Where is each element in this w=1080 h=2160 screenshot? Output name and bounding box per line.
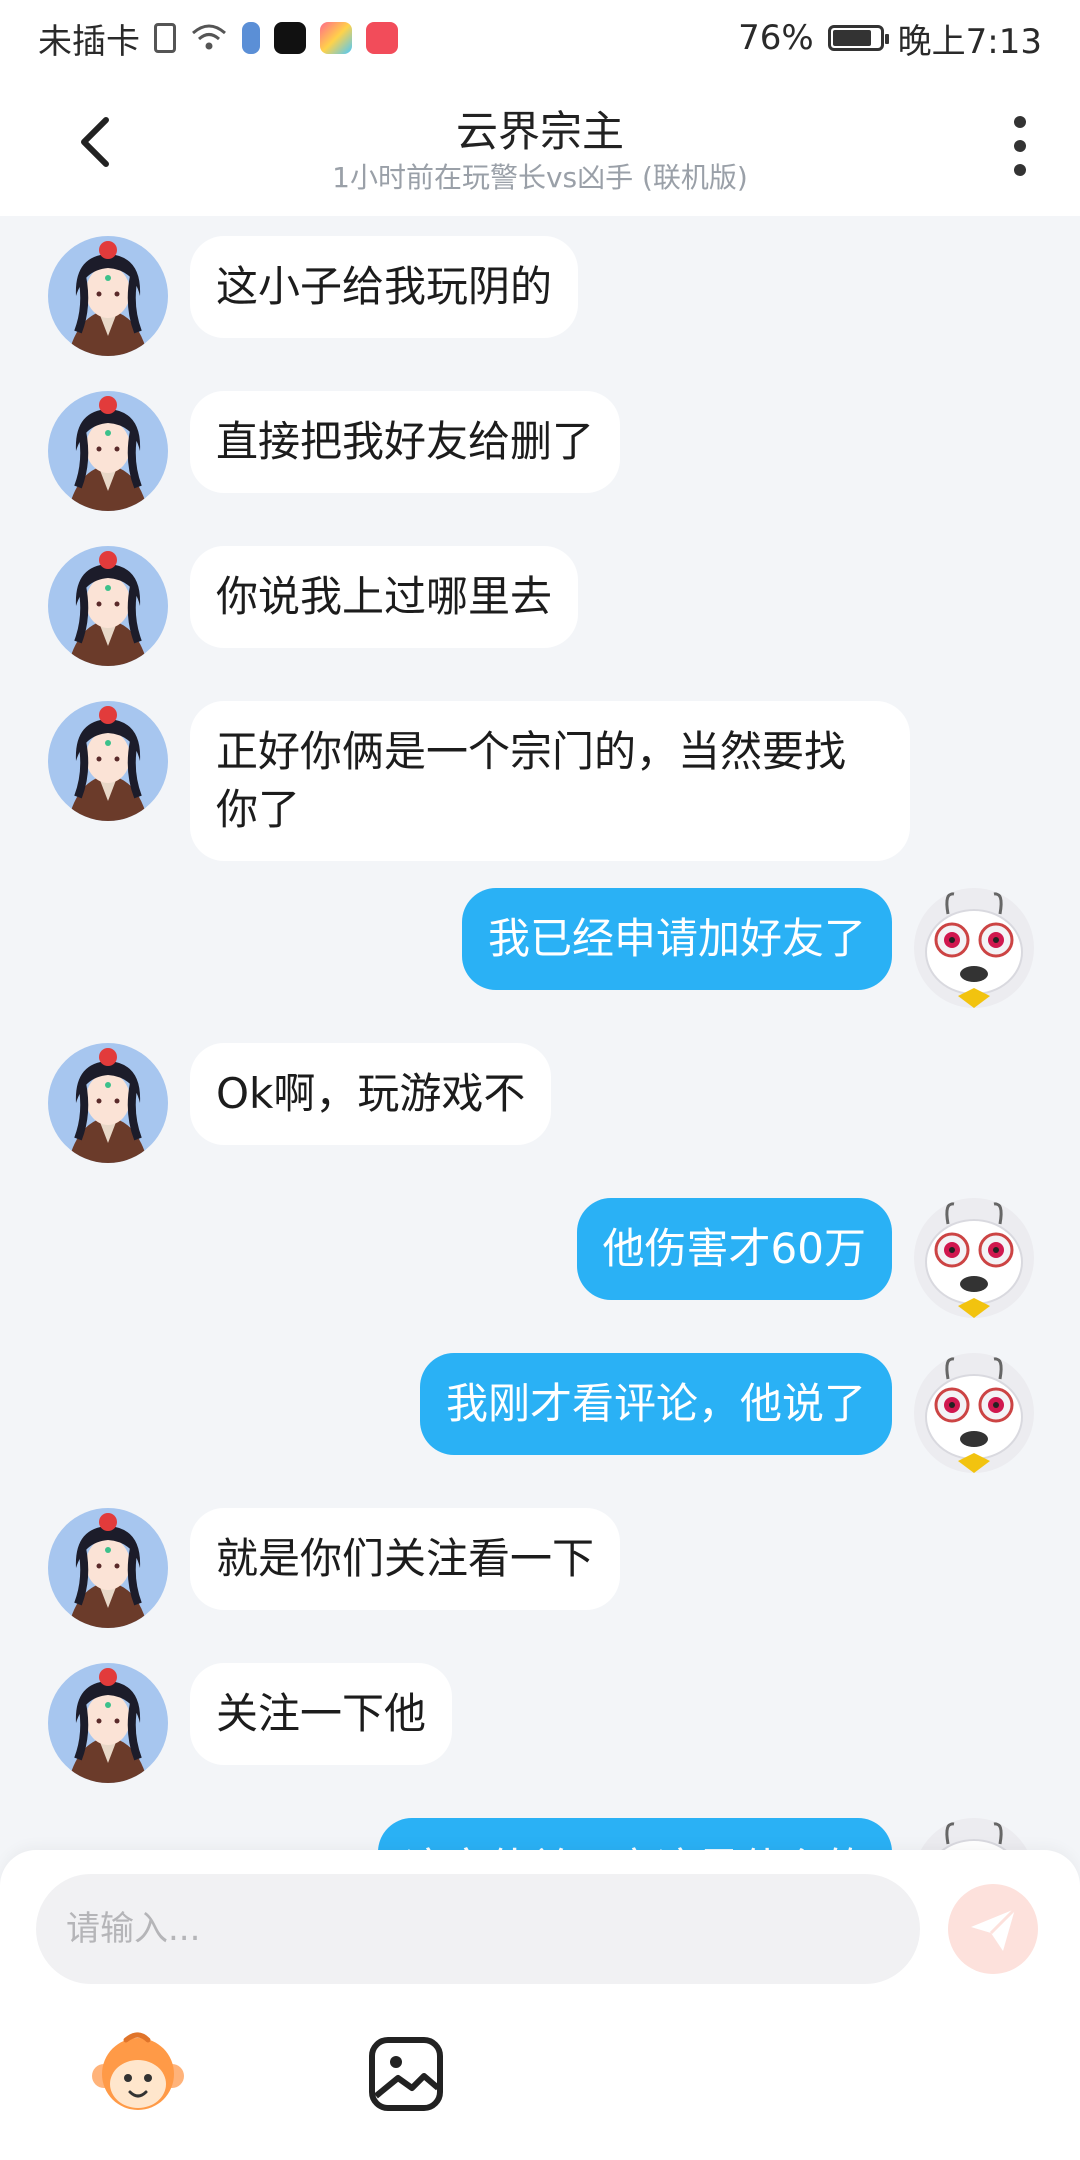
app-icon [320,22,352,54]
wifi-icon [192,24,226,50]
status-left: 未插卡 [38,14,398,63]
message-bubble[interactable]: 关注一下他 [190,1663,453,1765]
carrier-text: 未插卡 [38,21,140,62]
message-outgoing: 我刚才看评论，他说了 [419,1353,1034,1473]
avatar[interactable] [48,1043,168,1163]
avatar[interactable] [914,888,1034,1008]
battery-saver-icon [242,22,260,54]
message-outgoing: 这家伙关了它这是什么的 [377,1818,1034,1850]
avatar[interactable] [48,701,168,821]
message-incoming: 关注一下他 [48,1663,453,1783]
message-bubble[interactable]: 这小子给我玩阴的 [190,236,579,338]
message-incoming: Ok啊，玩游戏不 [48,1043,552,1163]
avatar[interactable] [48,1663,168,1783]
avatar[interactable] [914,1353,1034,1473]
message-incoming: 你说我上过哪里去 [48,546,579,666]
battery-percent: 76% [738,18,814,58]
message-bubble[interactable]: 就是你们关注看一下 [190,1508,621,1610]
avatar[interactable] [914,1198,1034,1318]
battery-icon [827,25,889,51]
clock: 晚上7:13 [897,21,1042,62]
message-input[interactable]: 请输入... [36,1874,920,1984]
message-list[interactable]: 这小子给我玩阴的 直接把我好友给删了 你说我上过哪里去 正好你俩是一个宗门的，当… [0,216,1080,1850]
send-button[interactable] [948,1884,1038,1974]
image-icon[interactable] [358,2026,454,2122]
message-bubble[interactable]: 我刚才看评论，他说了 [419,1353,892,1455]
status-bar: 未插卡 76% 晚上7:13 [0,0,1080,76]
message-incoming: 这小子给我玩阴的 [48,236,579,356]
monkey-face-icon[interactable] [90,2026,186,2122]
chat-title: 云界宗主 [455,107,624,156]
message-incoming: 直接把我好友给删了 [48,391,621,511]
status-right: 76% 晚上7:13 [738,14,1042,63]
paper-plane-icon [971,1907,1017,1951]
avatar[interactable] [914,1818,1034,1850]
message-bubble[interactable]: 正好你俩是一个宗门的，当然要找你了 [190,701,910,861]
message-bubble[interactable]: 直接把我好友给删了 [190,391,621,493]
message-bubble[interactable]: Ok啊，玩游戏不 [190,1043,552,1145]
sim-icon [154,23,176,53]
reader-icon [366,22,398,54]
avatar[interactable] [48,546,168,666]
chat-subtitle: 1小时前在玩警长vs凶手 (联机版) [332,161,748,194]
message-incoming: 就是你们关注看一下 [48,1508,621,1628]
avatar[interactable] [48,236,168,356]
tiktok-icon [274,22,306,54]
chat-header: 云界宗主 1小时前在玩警长vs凶手 (联机版) [0,76,1080,216]
input-bar: 请输入... [0,1850,1080,2160]
more-vertical-icon[interactable] [1010,116,1030,176]
message-bubble[interactable]: 我已经申请加好友了 [461,888,892,990]
message-outgoing: 我已经申请加好友了 [461,888,1034,1008]
message-incoming: 正好你俩是一个宗门的，当然要找你了 [48,701,910,861]
avatar[interactable] [48,391,168,511]
message-bubble[interactable]: 这家伙关了它这是什么的 [377,1818,892,1850]
message-outgoing: 他伤害才60万 [576,1198,1034,1318]
message-bubble[interactable]: 他伤害才60万 [576,1198,892,1300]
message-bubble[interactable]: 你说我上过哪里去 [190,546,579,648]
avatar[interactable] [48,1508,168,1628]
